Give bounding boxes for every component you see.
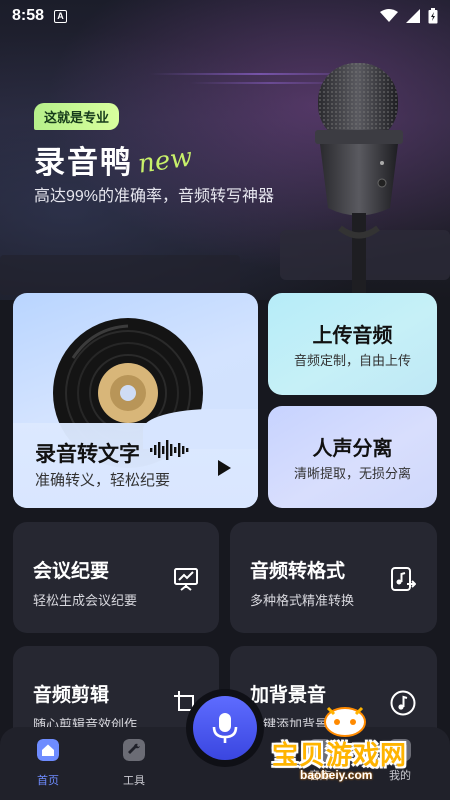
gamepad-mascot-icon: [324, 706, 366, 737]
speech-to-text-title: 录音转文字: [35, 443, 140, 466]
upload-audio-title: 上传音频: [312, 325, 393, 347]
presentation-chart-icon: [174, 568, 198, 591]
meeting-minutes-title: 会议纪要: [33, 561, 110, 582]
meeting-minutes-desc: 轻松生成会议纪要: [33, 593, 138, 608]
home-icon: [37, 739, 59, 761]
upload-audio-desc: 音频定制，自由上传: [293, 353, 411, 368]
watermark: 宝贝游戏网 baobeiy.com: [272, 700, 447, 792]
wrench-icon: [123, 739, 145, 761]
voice-separation-title: 人声分离: [312, 438, 393, 460]
voice-separation-desc: 清晰提取，无损分离: [293, 466, 411, 481]
audio-edit-title: 音频剪辑: [33, 685, 110, 706]
sound-wave-icon: [150, 440, 189, 460]
wifi-icon: [380, 9, 398, 22]
nav-home-label: 首页: [37, 775, 59, 787]
nav-tools[interactable]: 工具: [99, 739, 169, 788]
watermark-url: baobeiy.com: [300, 768, 373, 782]
play-icon[interactable]: [213, 457, 235, 479]
hero-tag: 这就是专业: [34, 103, 120, 130]
audio-format-convert-title: 音频转格式: [250, 561, 346, 582]
battery-icon: [428, 8, 438, 24]
voice-separation-card[interactable]: 人声分离 清晰提取，无损分离: [268, 406, 437, 508]
hero-banner: 这就是专业 录音鸭 new 高达99%的准确率，音频转写神器: [0, 0, 450, 300]
record-button[interactable]: [186, 689, 264, 767]
upload-audio-card[interactable]: 上传音频 音频定制，自由上传: [268, 293, 437, 395]
meeting-minutes-card[interactable]: 会议纪要 轻松生成会议纪要: [13, 522, 219, 633]
status-time: 8:58: [12, 7, 45, 24]
microphone-illustration: [315, 63, 403, 293]
status-bar: 8:58 A: [0, 0, 450, 32]
hero-subtitle: 高达99%的准确率，音频转写神器: [34, 188, 275, 205]
music-file-convert-icon: [391, 567, 416, 591]
watermark-text: 宝贝游戏网: [272, 740, 408, 770]
speech-to-text-desc: 准确转义，轻松纪要: [35, 472, 171, 489]
nav-home[interactable]: 首页: [13, 739, 83, 788]
audio-format-convert-desc: 多种格式精准转换: [250, 593, 355, 608]
new-script-label: new: [136, 142, 195, 180]
a-icon: A: [54, 9, 68, 23]
speech-to-text-card[interactable]: 录音转文字 准确转义，轻松纪要: [13, 293, 258, 508]
app-name-title: 录音鸭: [34, 145, 133, 180]
app-screen: 这就是专业 录音鸭 new 高达99%的准确率，音频转写神器 8:58 A 录音…: [0, 0, 450, 800]
audio-format-convert-card[interactable]: 音频转格式 多种格式精准转换: [230, 522, 437, 633]
record-button-inner: [193, 696, 257, 760]
nav-tools-label: 工具: [123, 775, 145, 787]
signal-icon: [406, 9, 420, 23]
microphone-icon: [212, 713, 238, 743]
